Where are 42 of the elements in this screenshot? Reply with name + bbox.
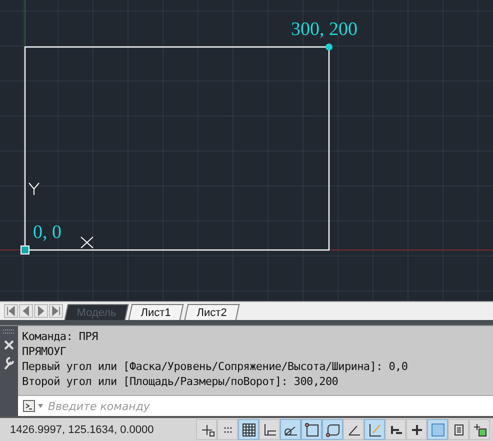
coordinates-readout: 1426.9997, 125.1634, 0.0000 xyxy=(9,424,155,436)
sheet-tab[interactable]: Лист2 xyxy=(184,304,240,320)
first-tab-button[interactable] xyxy=(4,304,18,318)
axis-icon xyxy=(366,422,382,438)
command-history-line: Первый угол или [Фаска/Уровень/Сопряжение/Высота/Ширина]: 0,0 xyxy=(22,358,409,374)
prompt-icon xyxy=(23,400,35,412)
status-toggle[interactable] xyxy=(238,419,259,440)
status-toggle[interactable] xyxy=(196,419,217,440)
wrench-icon[interactable] xyxy=(3,356,15,370)
next-tab-button[interactable] xyxy=(34,304,48,318)
close-icon[interactable] xyxy=(4,340,14,350)
status-toggle[interactable] xyxy=(364,419,385,440)
ucs-icon xyxy=(26,182,94,250)
grip-icon[interactable] xyxy=(3,328,15,334)
rectangle-icon xyxy=(304,422,320,438)
point-marker xyxy=(20,246,30,254)
command-input[interactable]: Введите команду xyxy=(46,398,493,414)
previous-tab-button[interactable] xyxy=(19,304,33,318)
status-toggle[interactable] xyxy=(406,419,427,440)
plus-square-icon xyxy=(472,422,488,438)
status-toggle[interactable] xyxy=(448,419,469,440)
ortho-icon xyxy=(262,422,278,438)
status-toggle[interactable] xyxy=(322,419,343,440)
status-toggle[interactable] xyxy=(301,419,322,440)
caret-icon[interactable] xyxy=(38,404,43,408)
status-toggle[interactable] xyxy=(280,419,301,440)
hatch-icon xyxy=(430,422,446,438)
status-toggle[interactable] xyxy=(385,419,406,440)
command-history-line: Команда: ПРЯ xyxy=(22,328,99,344)
last-tab-button[interactable] xyxy=(49,304,63,318)
sheet-tab[interactable]: Лист1 xyxy=(128,304,184,320)
command-history-line: Второй угол или [Площадь/Размеры/поВорот]: 300,200 xyxy=(22,374,340,389)
status-toggle[interactable] xyxy=(343,419,364,440)
coordinate-label: 0, 0 xyxy=(33,222,62,243)
coordinate-label: 300, 200 xyxy=(291,19,358,40)
command-history-line: ПРЯМОУГ xyxy=(22,344,68,359)
status-toggle[interactable] xyxy=(217,419,238,440)
status-toggle[interactable] xyxy=(427,419,448,440)
grid-icon xyxy=(240,422,256,438)
point-marker xyxy=(326,44,332,50)
status-toggle[interactable] xyxy=(469,419,490,440)
status-toggle[interactable] xyxy=(259,419,280,440)
